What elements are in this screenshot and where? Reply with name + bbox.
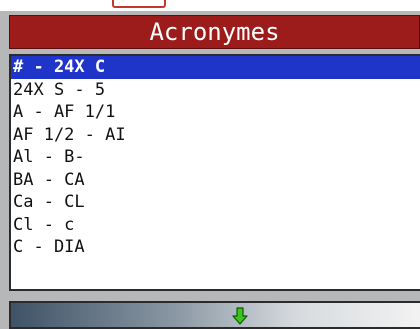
acronym-list[interactable]: # - 24X C 24X S - 5 A - AF 1/1 AF 1/2 - … — [9, 54, 420, 291]
list-item[interactable]: AF 1/2 - AI — [11, 124, 420, 147]
list-item[interactable]: C - DIA — [11, 236, 420, 259]
top-strip — [0, 0, 420, 9]
list-item[interactable]: # - 24X C — [11, 56, 420, 79]
list-item[interactable]: Ca - CL — [11, 191, 420, 214]
list-item[interactable]: Cl - c — [11, 214, 420, 237]
tab-outline — [112, 0, 166, 8]
page-title: Acronymes — [9, 15, 420, 49]
list-item[interactable]: Al - B- — [11, 146, 420, 169]
list-item[interactable]: BA - CA — [11, 169, 420, 192]
device-screen: Acronymes # - 24X C 24X S - 5 A - AF 1/1… — [0, 11, 420, 329]
status-footer — [9, 301, 420, 329]
list-item[interactable]: 24X S - 5 — [11, 79, 420, 102]
down-arrow-icon[interactable] — [231, 307, 249, 325]
list-item[interactable]: A - AF 1/1 — [11, 101, 420, 124]
